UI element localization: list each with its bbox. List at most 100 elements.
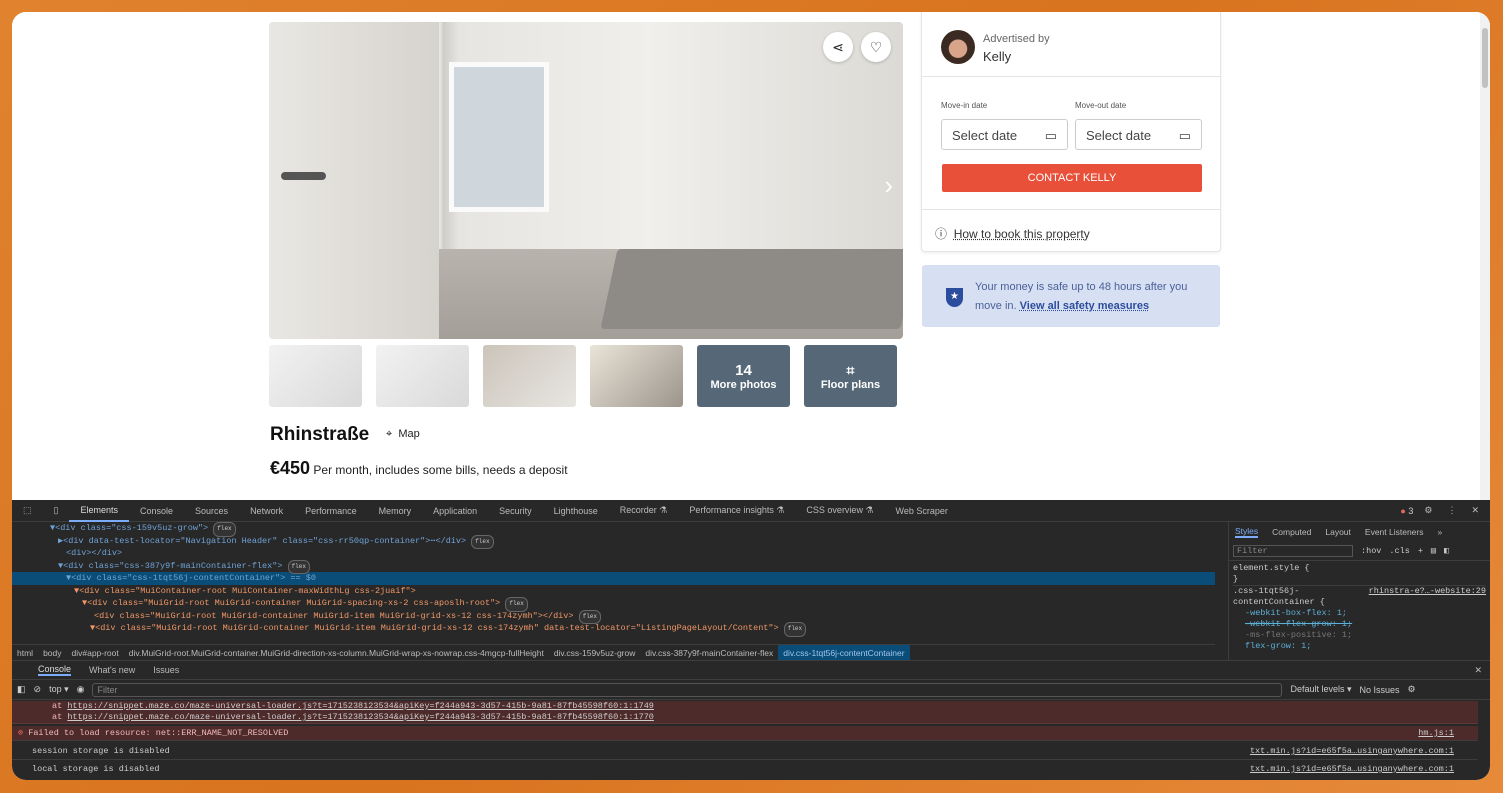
thumbnail[interactable] (590, 345, 683, 407)
styles-filter-input[interactable]: Filter (1233, 545, 1353, 557)
avatar (941, 30, 975, 64)
tab-console-drawer[interactable]: Console (38, 664, 72, 676)
move-out-placeholder: Select date (1086, 128, 1152, 143)
tab-performance-insights[interactable]: Performance insights ⚗ (678, 505, 795, 516)
how-to-book-link[interactable]: ⓘ How to book this property (935, 225, 1090, 242)
sidebar-toggle-icon[interactable]: ◧ (1444, 546, 1449, 556)
thumbnail[interactable] (376, 345, 469, 407)
share-icon[interactable]: ⋖ (823, 32, 853, 62)
floor-plan-icon: ⌗ (846, 361, 855, 378)
stack-link[interactable]: https://snippet.maze.co/maze-universal-l… (67, 712, 654, 722)
error-icon: ⊗ (18, 728, 24, 738)
console-settings-icon[interactable]: ⚙ (1408, 684, 1416, 695)
close-drawer-icon[interactable]: ✕ (1474, 665, 1490, 676)
breadcrumb-item[interactable]: div.css-159v5uz-grow (549, 648, 641, 658)
device-toggle-icon[interactable]: ▯ (43, 505, 70, 516)
move-in-date-input[interactable]: Select date ▭ (941, 119, 1068, 150)
breadcrumb: html body div#app-root div.MuiGrid-root.… (12, 644, 1215, 661)
contact-button[interactable]: CONTACT KELLY (942, 164, 1202, 192)
style-source-link[interactable]: rhinstra-e?…-website:29 (1369, 586, 1486, 597)
source-link[interactable]: txt.min.js?id=e65f5a…usinganywhere.com:1 (1250, 761, 1454, 778)
style-property[interactable]: flex-grow: 1; (1233, 641, 1486, 652)
context-select[interactable]: top ▾ (49, 684, 69, 695)
issues-count[interactable]: No Issues (1360, 685, 1400, 695)
clear-console-icon[interactable]: ⊘ (34, 684, 42, 695)
breadcrumb-item[interactable]: div.MuiGrid-root.MuiGrid-container.MuiGr… (124, 648, 549, 658)
style-property[interactable]: -webkit-flex-grow: 1; (1233, 619, 1486, 630)
tab-whats-new[interactable]: What's new (89, 665, 135, 675)
dom-node[interactable]: ▼<div class="css-387y9f-mainContainer-fl… (12, 559, 1215, 574)
tab-styles[interactable]: Styles (1235, 526, 1259, 538)
tab-recorder[interactable]: Recorder ⚗ (609, 505, 679, 516)
close-icon[interactable]: ✕ (1460, 505, 1490, 516)
settings-icon[interactable]: ⚙ (1413, 505, 1443, 516)
levels-dropdown[interactable]: Default levels ▾ (1290, 684, 1351, 695)
hov-button[interactable]: :hov (1361, 546, 1381, 556)
tab-layout[interactable]: Layout (1325, 527, 1351, 537)
breadcrumb-item[interactable]: html (12, 648, 38, 658)
tab-computed[interactable]: Computed (1272, 527, 1311, 537)
floor-plans-label: Floor plans (820, 378, 881, 391)
source-link[interactable]: hm.js:1 (1418, 726, 1454, 741)
console-filter-input[interactable]: Filter (92, 682, 1283, 697)
more-photos-count: 14 (735, 361, 752, 379)
dom-node[interactable]: ▼<div class="MuiContainer-root MuiContai… (12, 585, 1215, 598)
dom-node[interactable]: ▶<div data-test-locator="Navigation Head… (12, 534, 1215, 549)
tab-memory[interactable]: Memory (368, 506, 423, 516)
breadcrumb-item[interactable]: body (38, 648, 66, 658)
tab-console[interactable]: Console (129, 506, 184, 516)
tab-performance[interactable]: Performance (294, 506, 368, 516)
breadcrumb-item[interactable]: div#app-root (67, 648, 124, 658)
breadcrumb-item[interactable]: div.css-387y9f-mainContainer-flex (640, 648, 778, 658)
move-in-label: Move-in date (941, 101, 988, 110)
main-photo[interactable]: ⋖ ♡ › (269, 22, 903, 339)
source-link[interactable]: txt.min.js?id=e65f5a…usinganywhere.com:1 (1250, 743, 1454, 760)
tab-elements[interactable]: Elements (69, 500, 129, 522)
style-selector: contentContainer { (1233, 597, 1325, 607)
thumbnail[interactable] (483, 345, 576, 407)
add-rule-icon[interactable]: + (1418, 546, 1423, 556)
tab-lighthouse[interactable]: Lighthouse (543, 506, 609, 516)
browser-window: ⋖ ♡ › 14 More photos ⌗ Floor plans Rhinstr… (12, 12, 1490, 780)
advertiser-name[interactable]: Kelly (983, 49, 1011, 64)
chevron-right-icon[interactable]: › (884, 170, 893, 201)
page-scrollbar[interactable] (1480, 12, 1490, 500)
tab-application[interactable]: Application (422, 506, 488, 516)
tab-event-listeners[interactable]: Event Listeners (1365, 527, 1424, 537)
more-icon[interactable]: ⋮ (1443, 505, 1460, 516)
heart-icon[interactable]: ♡ (861, 32, 891, 62)
style-property[interactable]: -webkit-box-flex: 1; (1233, 608, 1486, 619)
dom-node[interactable]: ▼<div class="MuiGrid-root MuiGrid-contai… (12, 597, 1215, 612)
sidebar-icon[interactable]: ◧ (17, 684, 26, 695)
error-icon[interactable]: ● (1400, 506, 1405, 516)
stack-link[interactable]: https://snippet.maze.co/maze-universal-l… (67, 701, 654, 711)
safety-banner: ★ Your money is safe up to 48 hours afte… (922, 265, 1220, 327)
tab-sources[interactable]: Sources (184, 506, 239, 516)
tab-security[interactable]: Security (488, 506, 543, 516)
eye-icon[interactable]: ◉ (77, 684, 85, 695)
thumbnail[interactable] (269, 345, 362, 407)
move-out-date-input[interactable]: Select date ▭ (1075, 119, 1202, 150)
inspect-icon[interactable]: ⬚ (12, 505, 43, 516)
price-note: Per month, includes some bills, needs a … (313, 463, 568, 477)
paint-icon[interactable]: ▤ (1431, 546, 1436, 556)
dom-node-selected[interactable]: ▼<div class="css-1tqt56j-contentContaine… (12, 572, 1215, 585)
style-property[interactable]: -ms-flex-positive: 1; (1233, 630, 1486, 641)
more-tabs-button[interactable]: » (1438, 527, 1443, 537)
safety-link[interactable]: View all safety measures (1020, 300, 1149, 312)
cls-button[interactable]: .cls (1389, 546, 1409, 556)
more-photos-button[interactable]: 14 More photos (697, 345, 790, 407)
dom-node[interactable]: ▼<div class="css-159v5uz-grow"> flex (12, 522, 1215, 537)
how-to-book-label: How to book this property (953, 227, 1090, 241)
dom-node[interactable]: <div class="MuiGrid-root MuiGrid-contain… (12, 609, 1215, 624)
dom-node[interactable]: ▼<div class="MuiGrid-root MuiGrid-contai… (12, 622, 1215, 637)
floor-plans-button[interactable]: ⌗ Floor plans (804, 345, 897, 407)
tab-web-scraper[interactable]: Web Scraper (885, 506, 959, 516)
breadcrumb-item-active[interactable]: div.css-1tqt56j-contentContainer (778, 644, 910, 661)
tab-css-overview[interactable]: CSS overview ⚗ (795, 505, 884, 516)
tab-network[interactable]: Network (239, 506, 294, 516)
tab-issues[interactable]: Issues (153, 665, 179, 675)
dom-node[interactable]: <div></div> (12, 547, 1215, 560)
listing-page: ⋖ ♡ › 14 More photos ⌗ Floor plans Rhinstr… (12, 12, 1490, 500)
map-link[interactable]: ⌖ Map (386, 428, 420, 441)
